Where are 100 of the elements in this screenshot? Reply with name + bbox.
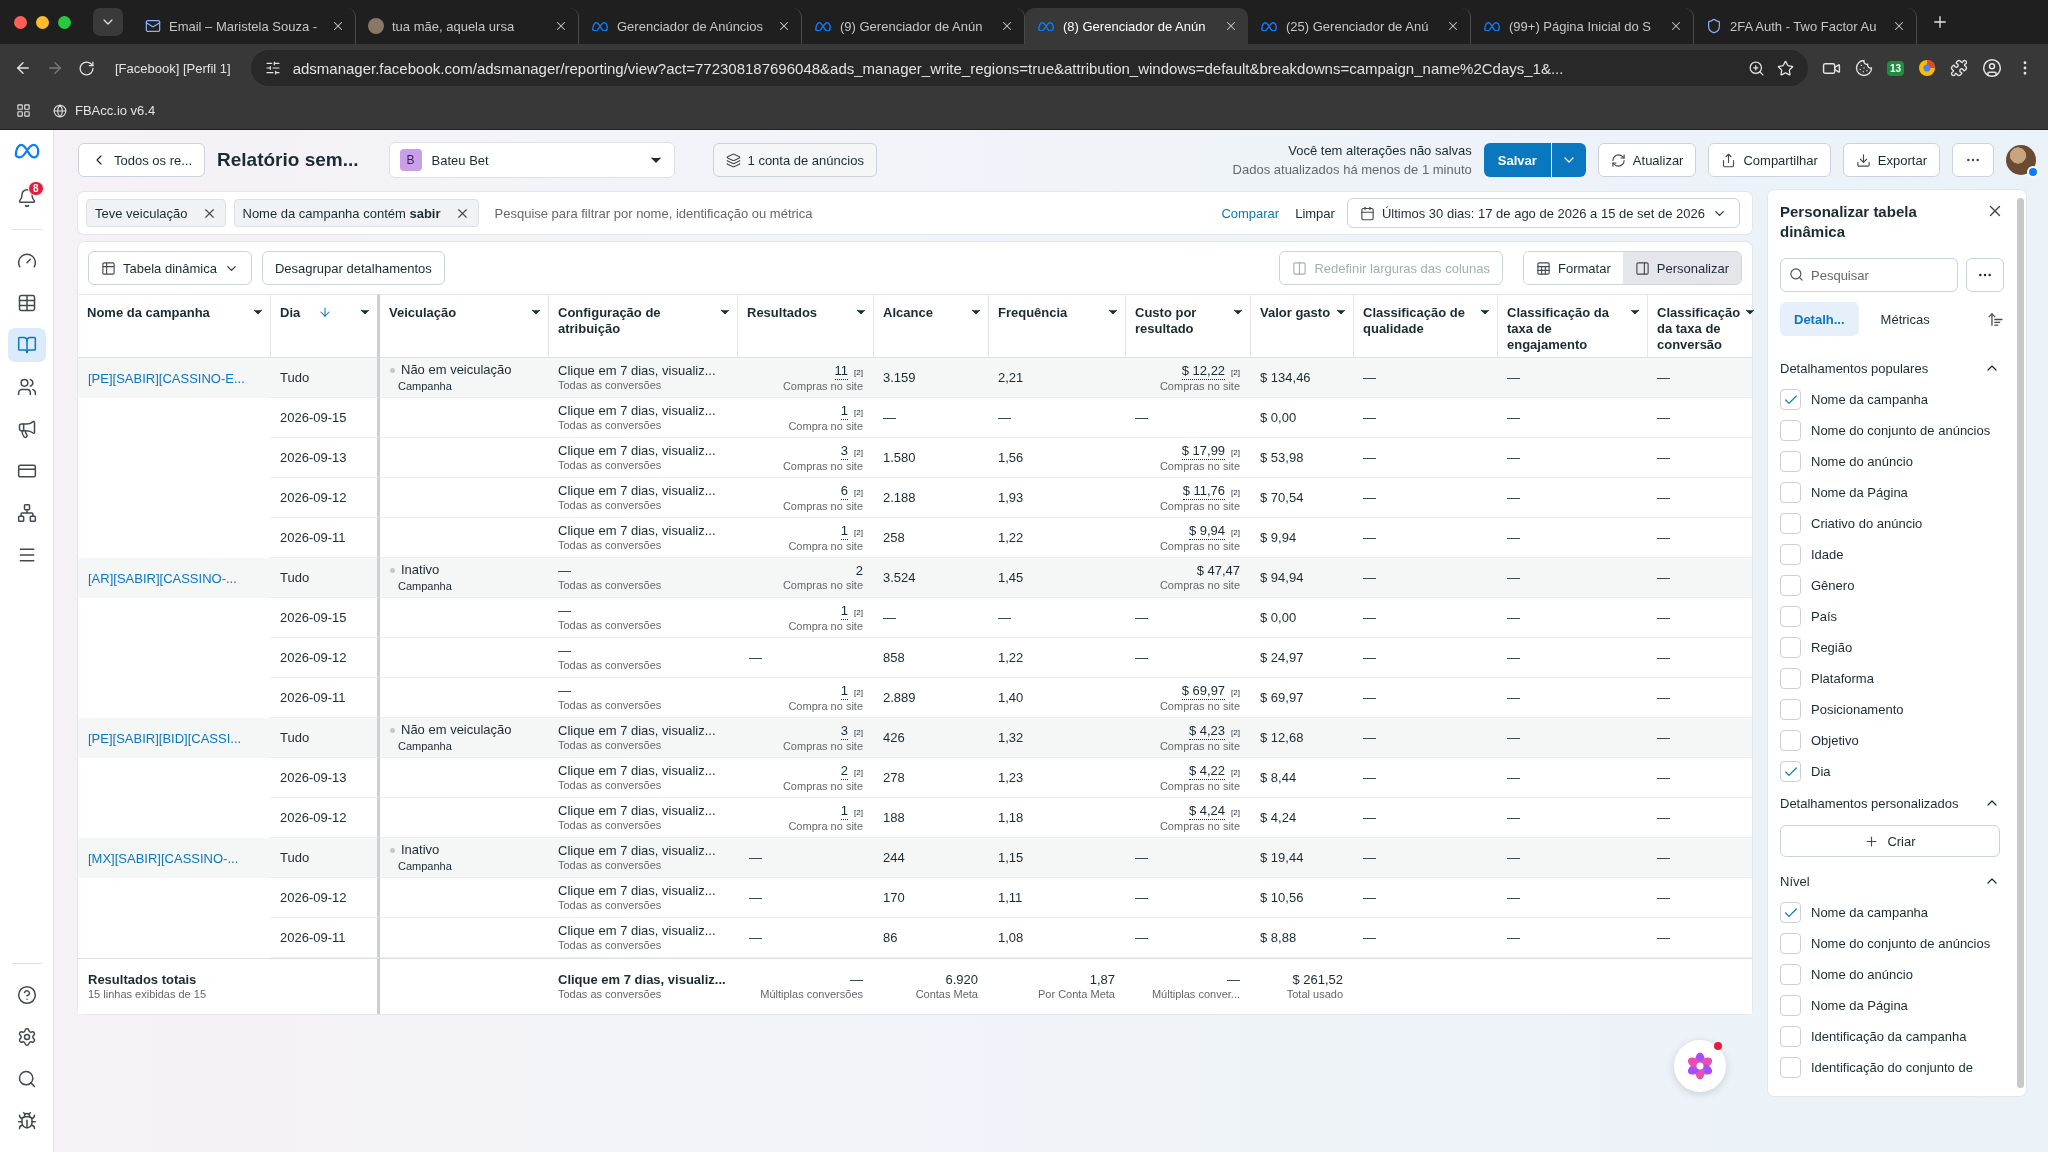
action-button[interactable]: Compartilhar	[1708, 143, 1831, 177]
panel-tab[interactable]: Detalh...	[1780, 302, 1859, 336]
checkbox[interactable]	[1780, 995, 1801, 1016]
browser-tab[interactable]: (8) Gerenciador de Anún	[1025, 8, 1248, 44]
campaign-link[interactable]: [AR][SABIR][CASSINO-...	[88, 570, 237, 586]
close-window-button[interactable]	[14, 15, 27, 29]
table-cell: —	[1363, 569, 1376, 586]
attribution-setting: Clique em 7 dias, visualiz...	[558, 843, 716, 859]
filter-chip[interactable]: Nome da campanha contém sabir	[233, 199, 479, 227]
back-button[interactable]: Todos os re...	[78, 143, 206, 177]
checkbox[interactable]	[1780, 964, 1801, 985]
create-button[interactable]: Criar	[1780, 825, 2000, 857]
close-icon[interactable]	[1446, 19, 1460, 33]
action-button[interactable]: Exportar	[1842, 143, 1940, 177]
compare-link[interactable]: Comparar	[1217, 205, 1284, 221]
avatar[interactable]	[2006, 145, 2036, 175]
notification-count: 8	[27, 180, 44, 196]
share-icon	[1721, 152, 1737, 168]
result-type: Compras no site	[782, 499, 863, 513]
attribution-setting: —	[558, 563, 571, 579]
checkbox[interactable]	[1780, 451, 1801, 472]
checkbox[interactable]	[1780, 730, 1801, 751]
assistant-button[interactable]	[1674, 1040, 1726, 1092]
nav-button[interactable]	[7, 327, 46, 362]
footnote-mark: [2]	[1231, 367, 1240, 377]
campaign-link[interactable]: [PE][SABIR][CASSINO-E...	[88, 370, 245, 386]
checkbox[interactable]	[1780, 933, 1801, 954]
ungroup-button[interactable]: Desagrupar detalhamentos	[261, 251, 445, 285]
notifications-button[interactable]: 8	[7, 180, 46, 215]
address-bar[interactable]: adsmanager.facebook.com/adsmanager/reporting/view?act=772308187696048&ads_manager_write_regions=true&attribution_windows=default&breakdowns=campaign_name%2Cdays_1&...	[250, 50, 1808, 86]
close-icon[interactable]	[1000, 19, 1014, 33]
column-header[interactable]: Frequência	[998, 305, 1103, 321]
cookie-icon[interactable]	[1854, 59, 1873, 77]
column-header[interactable]: Valor gasto	[1260, 305, 1331, 321]
shield-icon	[1706, 18, 1722, 34]
minimize-window-button[interactable]	[36, 15, 49, 29]
ad-accounts-button[interactable]: 1 conta de anúncios	[712, 143, 877, 177]
checkbox[interactable]	[1780, 513, 1801, 534]
view-button[interactable]: Personalizar	[1622, 252, 1741, 284]
table-cell: —	[1363, 849, 1376, 866]
back-icon[interactable]	[14, 59, 32, 77]
checkbox[interactable]	[1780, 1057, 1801, 1078]
maximize-window-button[interactable]	[58, 15, 71, 29]
tab-search-button[interactable]	[93, 8, 123, 36]
close-icon[interactable]	[331, 19, 345, 33]
forward-icon[interactable]	[46, 59, 64, 77]
checkbox[interactable]	[1780, 902, 1801, 923]
reload-icon[interactable]	[78, 59, 95, 77]
campaign-link[interactable]: [MX][SABIR][CASSINO-...	[88, 850, 239, 866]
close-icon[interactable]	[777, 19, 791, 33]
date-range-button[interactable]: Últimos 30 dias: 17 de ago de 2026 a 15 de set de 2026	[1346, 198, 1740, 228]
checkbox[interactable]	[1780, 606, 1801, 627]
close-icon[interactable]	[1224, 19, 1238, 33]
checkbox[interactable]	[1780, 575, 1801, 596]
campaign-link[interactable]: [PE][SABIR][BID][CASSI...	[88, 730, 242, 746]
close-icon[interactable]	[554, 19, 568, 33]
table-cell: —	[1363, 889, 1376, 906]
checkbox[interactable]	[1780, 761, 1801, 782]
column-header[interactable]: Veiculação	[389, 305, 526, 321]
table-cell: Tudo	[280, 569, 310, 586]
checkbox[interactable]	[1780, 389, 1801, 410]
checkbox[interactable]	[1780, 1026, 1801, 1047]
column-header[interactable]: Alcance	[883, 305, 966, 321]
panel-search-field[interactable]: Pesquisar	[1780, 258, 1958, 292]
checkbox[interactable]	[1780, 482, 1801, 503]
checkbox[interactable]	[1780, 637, 1801, 658]
close-icon[interactable]	[1892, 19, 1906, 33]
filter-chip[interactable]: Teve veiculação	[86, 199, 226, 227]
zoom-icon[interactable]	[1747, 59, 1765, 77]
clear-link[interactable]: Limpar	[1291, 205, 1339, 221]
star-icon[interactable]	[1776, 59, 1794, 77]
apps-icon[interactable]	[16, 103, 31, 118]
save-options-button[interactable]	[1551, 143, 1586, 177]
checkbox[interactable]	[1780, 699, 1801, 720]
scrollbar[interactable]	[2016, 198, 2024, 1088]
site-settings-icon[interactable]	[264, 60, 281, 76]
bookmark[interactable]: FBAcc.io v6.4	[53, 103, 156, 118]
account-selector[interactable]: B Bateu Bet	[388, 142, 675, 178]
extension-badge[interactable]: 13	[1886, 60, 1904, 76]
checkbox[interactable]	[1780, 420, 1801, 441]
sort-icon[interactable]	[1987, 310, 2004, 328]
footnote-mark: [2]	[854, 687, 863, 697]
table-cell: 2026-09-13	[280, 769, 347, 786]
option-label: Identificação da campanha	[1811, 1029, 1967, 1044]
attribution-subtext: Todas as conversões	[558, 419, 662, 432]
save-button[interactable]: Salvar	[1483, 143, 1551, 177]
column-header[interactable]: Dia	[280, 305, 355, 321]
extension-icon[interactable]	[1918, 59, 1936, 77]
action-button[interactable]: Atualizar	[1597, 143, 1697, 177]
checkbox[interactable]	[1780, 544, 1801, 565]
delivery-level: Campanha	[398, 580, 452, 592]
panel-tab[interactable]: Métricas	[1866, 302, 1944, 336]
checkbox[interactable]	[1780, 668, 1801, 689]
column-header[interactable]: Resultados	[747, 305, 851, 321]
pivot-table-button[interactable]: Tabela dinâmica	[88, 251, 252, 285]
profile-icon[interactable]	[1982, 58, 2002, 78]
puzzle-icon[interactable]	[1950, 59, 1968, 77]
close-icon[interactable]	[1669, 19, 1683, 33]
results-value: 2	[855, 563, 863, 579]
column-header[interactable]: Nome da campanha	[87, 305, 248, 321]
